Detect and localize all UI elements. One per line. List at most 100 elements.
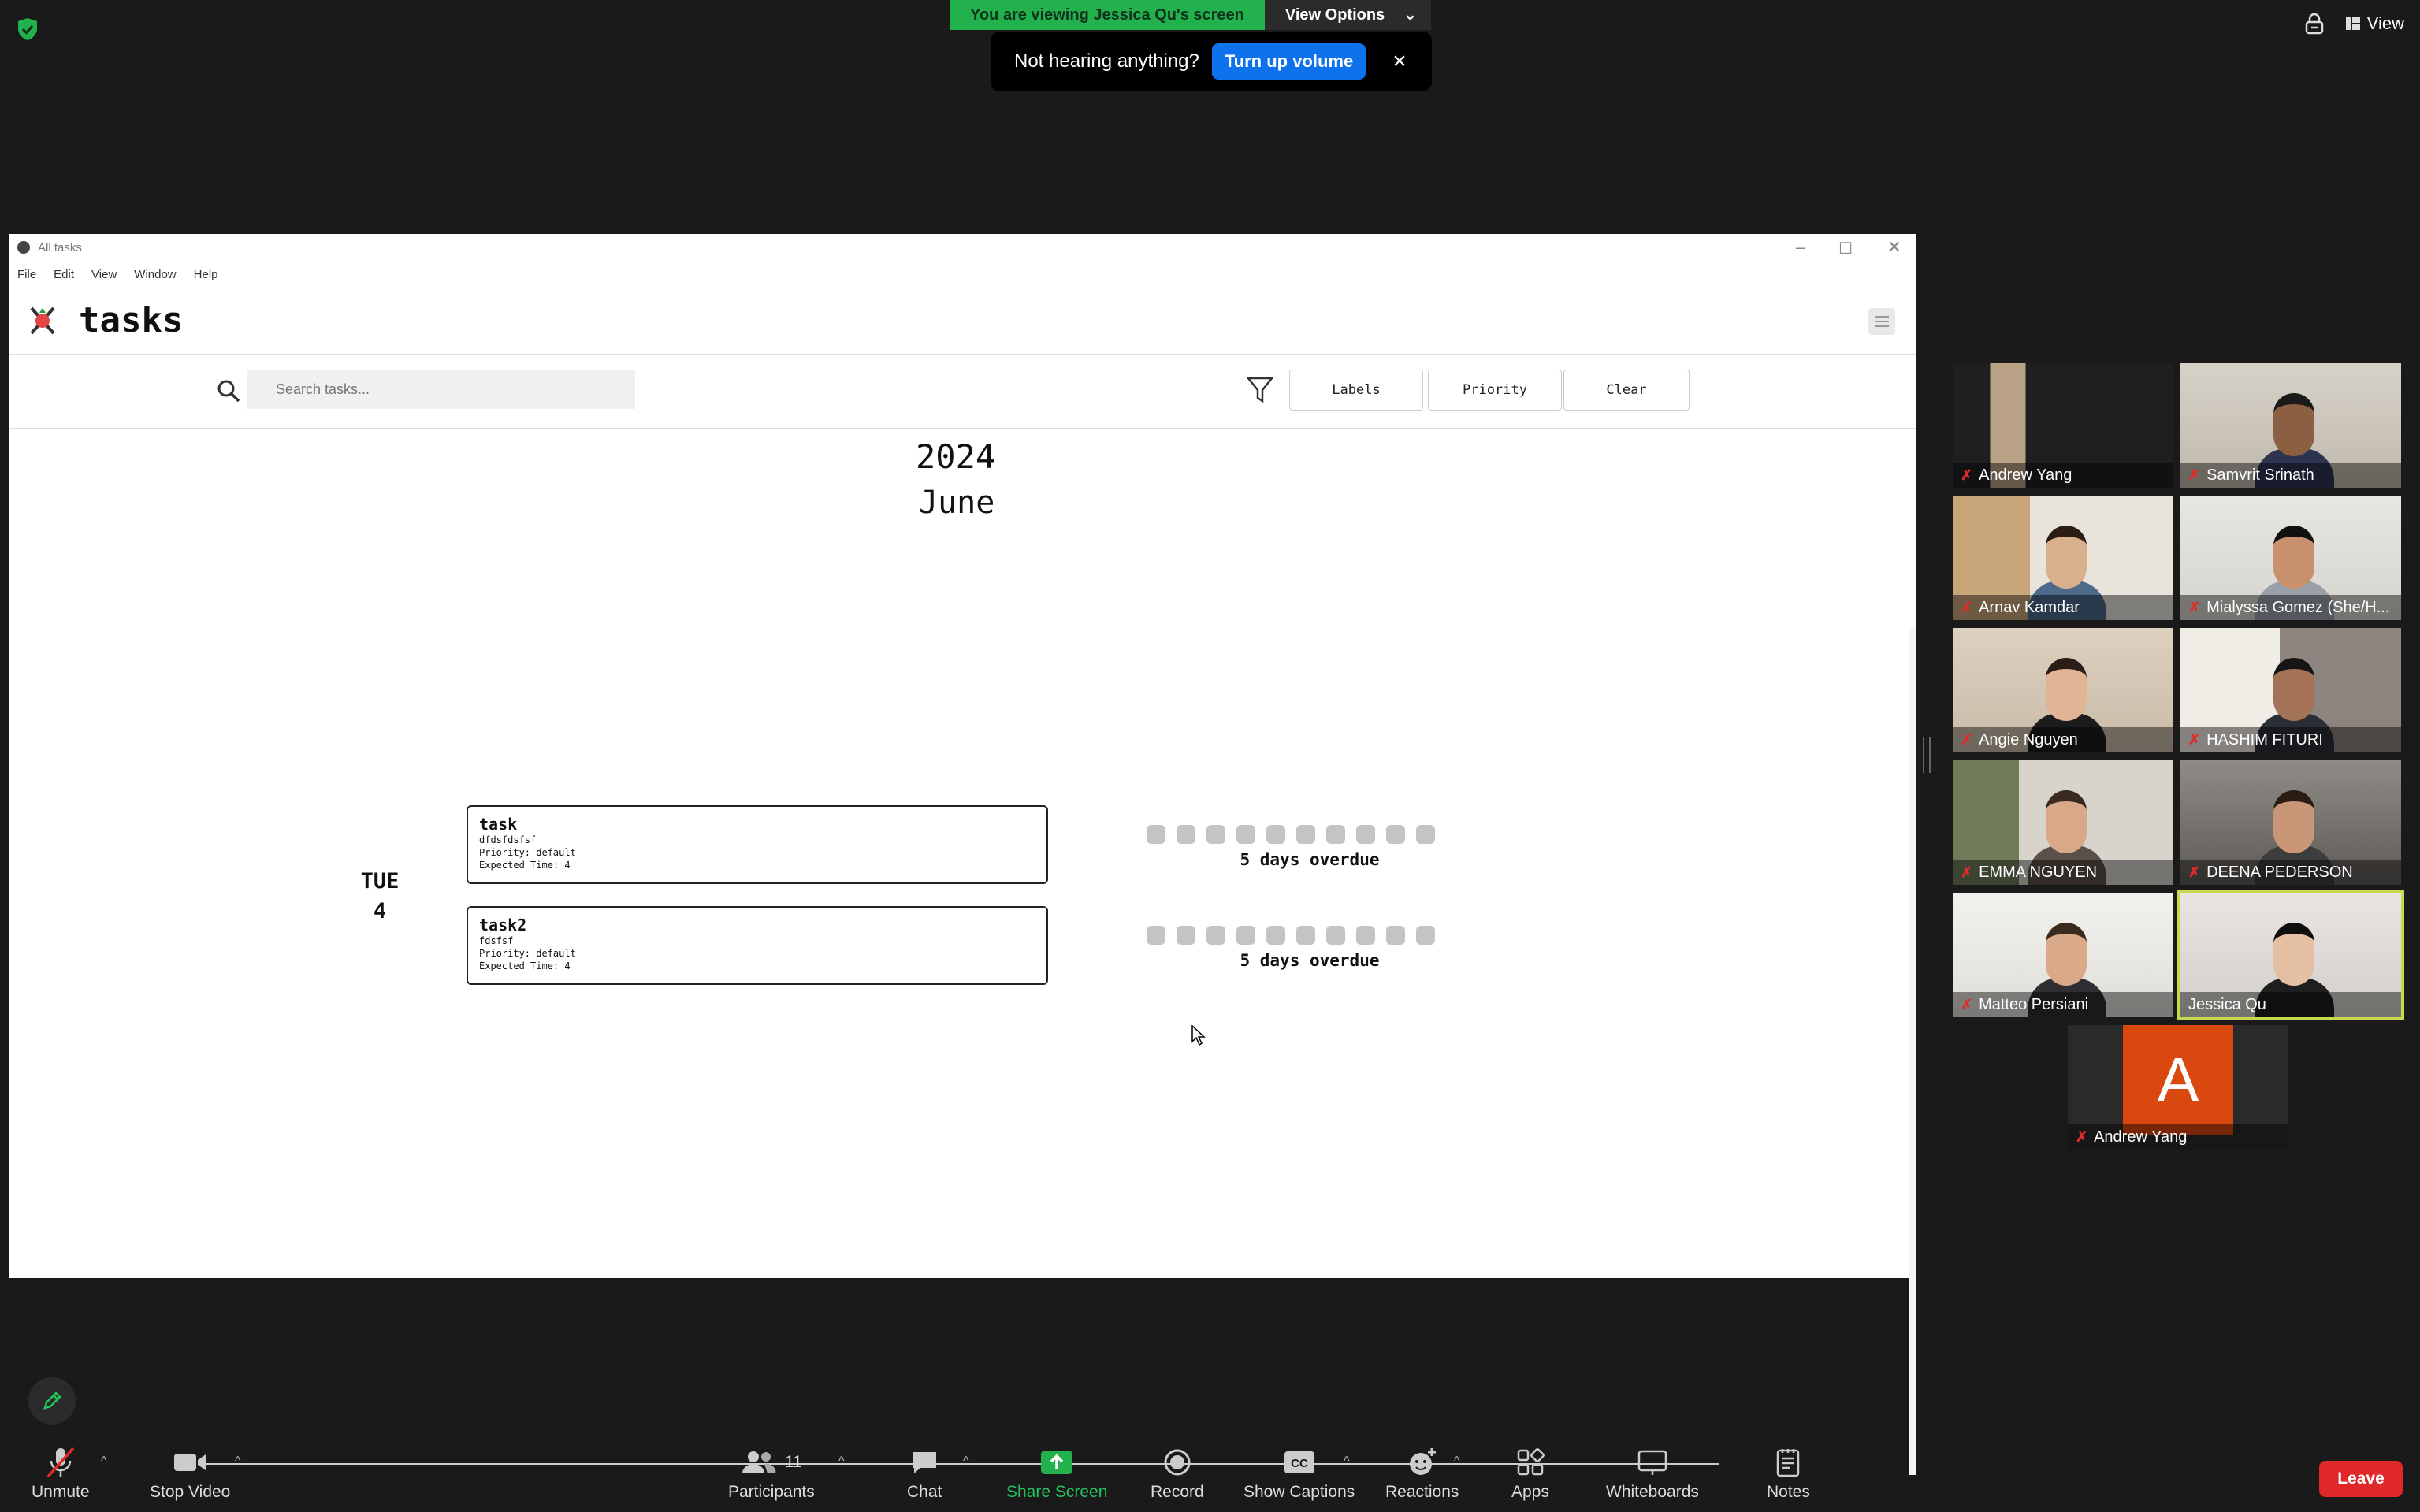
mouse-cursor-icon (1191, 1025, 1206, 1046)
progress-square[interactable] (1356, 825, 1375, 844)
progress-square[interactable] (1266, 926, 1285, 945)
unmute-button[interactable]: Unmute (32, 1442, 90, 1502)
chat-button[interactable]: Chat (907, 1442, 942, 1502)
participants-button[interactable]: 11 Participants (728, 1442, 815, 1502)
progress-square[interactable] (1206, 926, 1225, 945)
whiteboards-button[interactable]: Whiteboards (1606, 1442, 1699, 1502)
menu-view[interactable]: View (91, 268, 117, 281)
window-titlebar: All tasks – ☐ ✕ (9, 234, 1916, 262)
participant-tile[interactable]: A ✗ Andrew Yang (2068, 1025, 2288, 1150)
chevron-down-icon: ⌄ (1403, 6, 1417, 24)
participant-name-bar: Jessica Qu (2180, 992, 2401, 1017)
stop-video-button[interactable]: Stop Video (150, 1442, 230, 1502)
view-label: View (2366, 13, 2404, 33)
captions-caret-icon[interactable]: ^ (1344, 1454, 1350, 1469)
immersive-view-icon[interactable] (2304, 13, 2325, 35)
apps-button[interactable]: Apps (1511, 1442, 1549, 1502)
progress-square[interactable] (1386, 926, 1405, 945)
progress-square[interactable] (1386, 825, 1405, 844)
leave-button[interactable]: Leave (2319, 1461, 2403, 1497)
labels-filter-button[interactable]: Labels (1289, 370, 1423, 411)
minimize-icon[interactable]: – (1796, 237, 1805, 258)
menu-file[interactable]: File (17, 268, 36, 281)
progress-square[interactable] (1326, 926, 1345, 945)
share-screen-button[interactable]: Share Screen (1006, 1442, 1107, 1502)
panel-splitter-handle[interactable] (1923, 737, 1931, 773)
progress-square[interactable] (1147, 825, 1165, 844)
menu-help[interactable]: Help (194, 268, 218, 281)
participant-tile[interactable]: ✗ Matteo Persiani (1953, 893, 2173, 1017)
participant-tile[interactable]: ✗ Angie Nguyen (1953, 628, 2173, 752)
progress-square[interactable] (1296, 825, 1315, 844)
task-card[interactable]: task dfdsfdsfsf Priority: default Expect… (467, 805, 1048, 884)
participant-name: Arnav Kamdar (1979, 598, 2080, 616)
microphone-muted-icon: ✗ (1961, 864, 1973, 880)
participant-name-bar: ✗ Mialyssa Gomez (She/H... (2180, 595, 2401, 620)
progress-square[interactable] (1266, 825, 1285, 844)
participant-tile[interactable]: ✗ Andrew Yang (1953, 363, 2173, 488)
participant-name: DEENA PEDERSON (2206, 863, 2353, 881)
progress-square[interactable] (1416, 825, 1435, 844)
microphone-muted-icon: ✗ (1961, 466, 1973, 483)
participant-tile[interactable]: ✗ HASHIM FITURI (2180, 628, 2401, 752)
reactions-icon (1409, 1448, 1436, 1475)
filter-icon[interactable] (1247, 376, 1273, 404)
show-captions-button[interactable]: CC Show Captions (1243, 1442, 1355, 1502)
maximize-icon[interactable]: ☐ (1838, 239, 1853, 258)
reactions-button[interactable]: Reactions (1385, 1442, 1459, 1502)
turn-up-volume-button[interactable]: Turn up volume (1211, 43, 1366, 80)
close-window-icon[interactable]: ✕ (1887, 237, 1901, 258)
menu-edit[interactable]: Edit (54, 268, 74, 281)
progress-square[interactable] (1147, 926, 1165, 945)
participant-tile[interactable]: ✗ Mialyssa Gomez (She/H... (2180, 496, 2401, 620)
audio-options-caret-icon[interactable]: ^ (101, 1454, 107, 1469)
participant-tile[interactable]: ✗ Samvrit Srinath (2180, 363, 2401, 488)
participant-name-bar: ✗ Matteo Persiani (1953, 992, 2173, 1017)
chat-caret-icon[interactable]: ^ (963, 1454, 969, 1469)
progress-square[interactable] (1296, 926, 1315, 945)
overdue-label: 5 days overdue (1240, 951, 1380, 970)
task-priority: Priority: default (479, 847, 576, 858)
menu-bar: File Edit View Window Help (9, 262, 1924, 286)
menu-icon[interactable] (1868, 308, 1895, 335)
year-heading: 2024 (916, 437, 996, 476)
participant-tile[interactable]: ✗ DEENA PEDERSON (2180, 760, 2401, 885)
progress-square[interactable] (1356, 926, 1375, 945)
task-expected-time: Expected Time: 4 (479, 960, 571, 971)
progress-square[interactable] (1236, 926, 1255, 945)
annotate-button[interactable] (28, 1377, 76, 1425)
progress-square[interactable] (1206, 825, 1225, 844)
notes-button[interactable]: Notes (1767, 1442, 1810, 1502)
progress-square[interactable] (1236, 825, 1255, 844)
progress-square[interactable] (1177, 926, 1195, 945)
participant-tile[interactable]: ✗ EMMA NGUYEN (1953, 760, 2173, 885)
task-card[interactable]: task2 fdsfsf Priority: default Expected … (467, 906, 1048, 985)
view-options-button[interactable]: View Options ⌄ (1264, 0, 1431, 30)
record-icon (1164, 1449, 1191, 1476)
participants-label: Participants (728, 1483, 815, 1501)
view-button[interactable]: View (2345, 13, 2404, 34)
notes-icon (1777, 1449, 1800, 1477)
search-input[interactable] (247, 370, 635, 409)
scrollbar[interactable] (1909, 628, 1916, 1475)
clear-filter-button[interactable]: Clear (1563, 370, 1690, 411)
captions-icon: CC (1284, 1451, 1314, 1473)
participants-caret-icon[interactable]: ^ (838, 1454, 845, 1469)
progress-square[interactable] (1326, 825, 1345, 844)
menu-window[interactable]: Window (134, 268, 176, 281)
record-button[interactable]: Record (1151, 1442, 1204, 1502)
security-shield-icon[interactable] (17, 17, 38, 41)
task-progress-dots[interactable] (1147, 825, 1435, 844)
task-progress-dots[interactable] (1147, 926, 1435, 945)
app-logo (30, 306, 55, 335)
progress-square[interactable] (1177, 825, 1195, 844)
microphone-muted-icon (46, 1447, 75, 1478)
participant-tile[interactable]: ✗ Arnav Kamdar (1953, 496, 2173, 620)
close-icon[interactable]: × (1392, 48, 1407, 75)
reactions-caret-icon[interactable]: ^ (1454, 1454, 1460, 1469)
progress-square[interactable] (1416, 926, 1435, 945)
priority-filter-button[interactable]: Priority (1428, 370, 1562, 411)
stop-video-label: Stop Video (150, 1483, 231, 1501)
participant-tile[interactable]: Jessica Qu (2177, 890, 2404, 1020)
video-options-caret-icon[interactable]: ^ (235, 1454, 241, 1469)
